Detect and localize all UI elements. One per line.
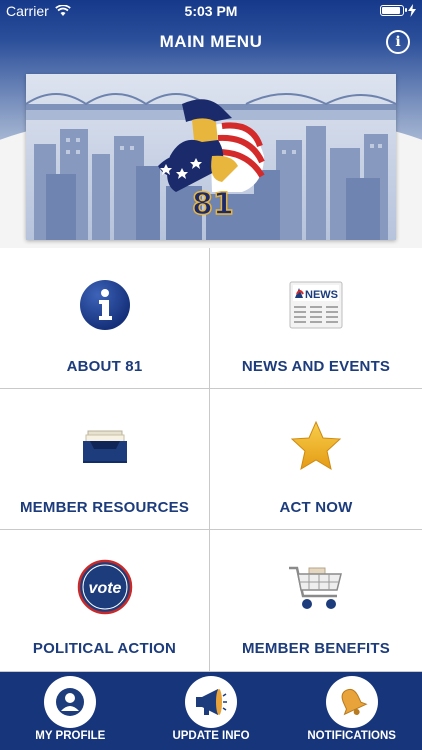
tile-label: MEMBER RESOURCES <box>19 499 190 516</box>
header: MAIN MENU i 81 <box>0 0 422 248</box>
nav-my-profile[interactable]: MY PROFILE <box>0 672 141 750</box>
bottom-nav: MY PROFILE UPDATE INFO NOTIFICATIONS <box>0 672 422 750</box>
megaphone-icon <box>195 689 227 715</box>
tile-member-resources[interactable]: MEMBER RESOURCES <box>0 389 210 530</box>
nav-label: MY PROFILE <box>35 730 106 742</box>
nav-update-info[interactable]: UPDATE INFO <box>141 672 282 750</box>
status-bar: Carrier 5:03 PM <box>0 0 422 22</box>
inbox-tray-icon <box>82 430 127 463</box>
nav-label: UPDATE INFO <box>172 730 250 742</box>
page-title: MAIN MENU <box>159 32 263 51</box>
vote-badge-text: vote <box>88 580 121 597</box>
tile-label: NEWS AND EVENTS <box>241 358 391 375</box>
tile-label: MEMBER BENEFITS <box>241 640 390 657</box>
status-time: 5:03 PM <box>184 3 238 19</box>
user-icon <box>56 688 85 716</box>
star-icon <box>290 420 342 471</box>
banner-image: 81 <box>26 74 396 240</box>
tile-label: POLITICAL ACTION <box>32 640 177 657</box>
battery-level <box>382 7 401 14</box>
nav-label: NOTIFICATIONS <box>307 730 396 742</box>
nav-notifications[interactable]: NOTIFICATIONS <box>281 672 422 750</box>
tile-about-81[interactable]: ABOUT 81 <box>0 248 210 389</box>
charging-bolt-icon <box>408 4 416 17</box>
tile-act-now[interactable]: ACT NOW <box>210 389 422 530</box>
info-icon[interactable]: i <box>386 30 410 54</box>
tile-member-benefits[interactable]: MEMBER BENEFITS <box>210 530 422 672</box>
menu-grid: ABOUT 81 NEWS NEWS AND EVENTS MEMBER RES… <box>0 248 422 672</box>
tile-political-action[interactable]: vote POLITICAL ACTION <box>0 530 210 672</box>
shopping-cart-icon <box>289 566 342 609</box>
bell-icon <box>341 688 368 716</box>
vote-badge-icon: vote <box>77 559 132 615</box>
banner-number: 81 <box>192 187 234 218</box>
battery-icon <box>380 5 407 16</box>
tile-label: ABOUT 81 <box>66 358 143 375</box>
tile-label: ACT NOW <box>279 499 353 516</box>
newspaper-icon: NEWS <box>289 281 343 329</box>
newspaper-icon-text: NEWS <box>305 289 338 301</box>
firefighter-emblem-logo: 81 <box>158 99 265 218</box>
tile-news-and-events[interactable]: NEWS NEWS AND EVENTS <box>210 248 422 389</box>
info-circle-icon <box>79 280 130 330</box>
